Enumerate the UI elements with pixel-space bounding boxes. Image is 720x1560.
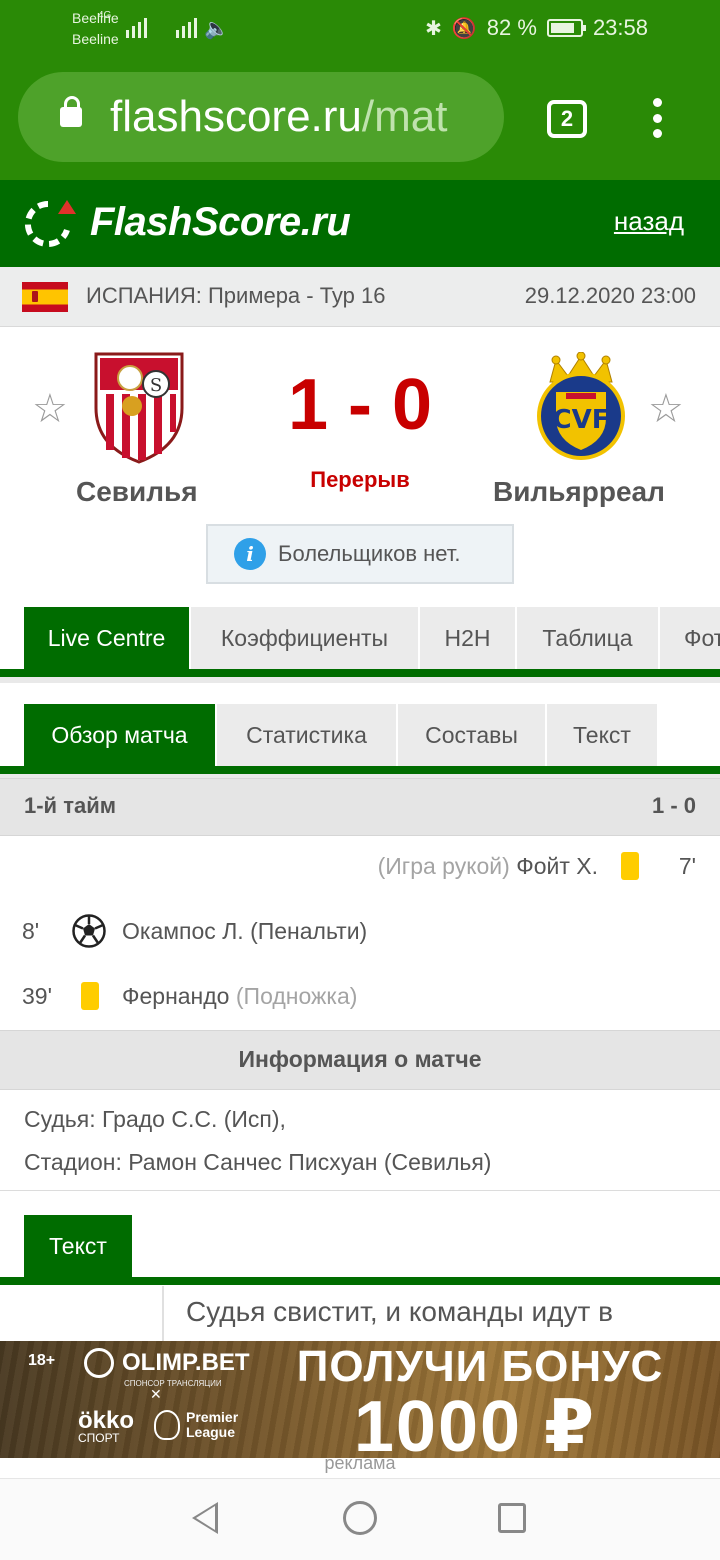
fans-info-text: Болельщиков нет. (278, 541, 461, 566)
tabs-underline (0, 669, 720, 677)
event-row-1[interactable]: (Игра рукой) Фойт Х. (378, 853, 598, 880)
carrier-2: Beeline (72, 31, 119, 47)
olimpbet-logo-icon (84, 1348, 114, 1378)
commentary-tabs: Текст (0, 1215, 720, 1277)
subtabs-underline (0, 766, 720, 774)
signal-icon-2 (176, 14, 197, 38)
signal-icon (126, 14, 147, 38)
first-half-score: 1 - 0 (651, 793, 696, 818)
bluetooth-icon: ✱ (425, 17, 442, 40)
url-text: flashscore.ru/mat (110, 92, 448, 141)
ad-label: реклама (324, 1453, 396, 1473)
ad-partnership-x: ✕ (150, 1386, 162, 1402)
match-status: Перерыв (310, 467, 410, 492)
network-type: 4G (98, 10, 112, 21)
tab-odds[interactable]: Коэффициенты (191, 607, 418, 669)
tab-photo[interactable]: Фото (660, 607, 720, 669)
status-bar: Beeline Beeline 4G 🔈 ✱ 🔕 82 % 23:58 (0, 0, 720, 56)
tab-live-centre[interactable]: Live Centre (24, 607, 189, 669)
flashscore-logo-icon (24, 200, 76, 247)
info-icon: i (234, 538, 266, 570)
tab-commentary-text[interactable]: Текст (24, 1215, 132, 1277)
match-info-title: Информация о матче (238, 1046, 482, 1072)
status-right: ✱ 🔕 82 % 23:58 (425, 14, 648, 42)
soccer-ball-icon (72, 914, 106, 948)
event-1-minute: 7' (678, 853, 696, 879)
tabs-shadow (0, 677, 720, 683)
tab-h2h[interactable]: H2H (420, 607, 515, 669)
event-3-detail: (Подножка) (235, 983, 358, 1009)
tab-statistics[interactable]: Статистика (217, 704, 396, 766)
svg-text:CVF: CVF (553, 405, 610, 435)
event-1-detail: (Игра рукой) (377, 853, 510, 879)
stadium-info: Стадион: Рамон Санчес Писхуан (Севилья) (24, 1149, 492, 1175)
svg-text:S: S (150, 375, 162, 396)
lock-icon (60, 96, 82, 127)
browser-menu-icon[interactable] (650, 98, 664, 138)
divider (0, 1190, 720, 1191)
battery-percent: 82 % (486, 15, 537, 40)
nav-recents-icon[interactable] (498, 1503, 526, 1533)
event-2-minute: 8' (22, 918, 40, 944)
tab-match-summary[interactable]: Обзор матча (24, 704, 215, 766)
event-3-player: Фернандо (122, 983, 230, 1009)
event-row-3[interactable]: Фернандо (Подножка) (122, 983, 357, 1010)
main-tabs: Live Centre Коэффициенты H2H Таблица Фот… (0, 607, 720, 669)
match-date: 29.12.2020 23:00 (524, 283, 696, 308)
event-1-player: Фойт Х. (516, 853, 598, 879)
nav-home-icon[interactable] (343, 1501, 377, 1535)
event-2-player[interactable]: Окампос Л. (Пенальти) (122, 918, 367, 945)
premier-league-logo: Premier League (154, 1410, 238, 1440)
favorite-away-star-icon[interactable]: ☆ (648, 386, 684, 432)
villarreal-crest-icon[interactable]: CVF (536, 352, 626, 462)
match-score: 1 - 0 (287, 365, 433, 445)
fans-info-box: i Болельщиков нет. (206, 524, 514, 584)
tab-lineups[interactable]: Составы (398, 704, 545, 766)
carrier-1: Beeline (72, 10, 119, 26)
back-link[interactable]: назад (614, 206, 684, 237)
mute-icon: 🔕 (451, 17, 477, 40)
site-logo[interactable]: FlashScore.ru (90, 200, 351, 245)
sevilla-crest-icon[interactable]: S (92, 350, 186, 464)
commentary-separator (162, 1286, 164, 1342)
away-team-name[interactable]: Вильярреал (493, 476, 665, 508)
league-name[interactable]: ИСПАНИЯ: Примера - Тур 16 (86, 283, 386, 309)
event-3-minute: 39' (22, 983, 52, 1009)
okko-logo: ökko СПОРТ (78, 1407, 135, 1445)
olimpbet-logo: OLIMP.BET (84, 1346, 250, 1380)
referee-info: Судья: Градо С.С. (Исп), (24, 1106, 286, 1132)
yellow-card-icon (81, 982, 99, 1010)
volume-icon: 🔈 (204, 18, 229, 40)
premier-league-lion-icon (154, 1410, 180, 1440)
sub-tabs: Обзор матча Статистика Составы Текст (0, 704, 720, 766)
battery-icon (546, 19, 586, 37)
commentary-underline (0, 1277, 720, 1285)
yellow-card-icon (621, 852, 639, 880)
address-bar[interactable]: flashscore.ru/mat (18, 72, 504, 162)
tab-commentary[interactable]: Текст (547, 704, 657, 766)
favorite-home-star-icon[interactable]: ☆ (32, 386, 68, 432)
nav-back-icon[interactable] (192, 1502, 218, 1534)
tab-table[interactable]: Таблица (517, 607, 658, 669)
tab-switcher-button[interactable]: 2 (547, 100, 587, 138)
first-half-label: 1-й тайм (24, 793, 117, 818)
ad-age-rating: 18+ (28, 1352, 56, 1369)
spain-flag-icon (22, 282, 68, 312)
ad-sponsor-text: СПОНСОР ТРАНСЛЯЦИИ (124, 1379, 222, 1388)
home-team-name[interactable]: Севилья (76, 476, 198, 508)
clock: 23:58 (592, 15, 648, 40)
commentary-first-line: Судья свистит, и команды идут в (186, 1296, 613, 1327)
